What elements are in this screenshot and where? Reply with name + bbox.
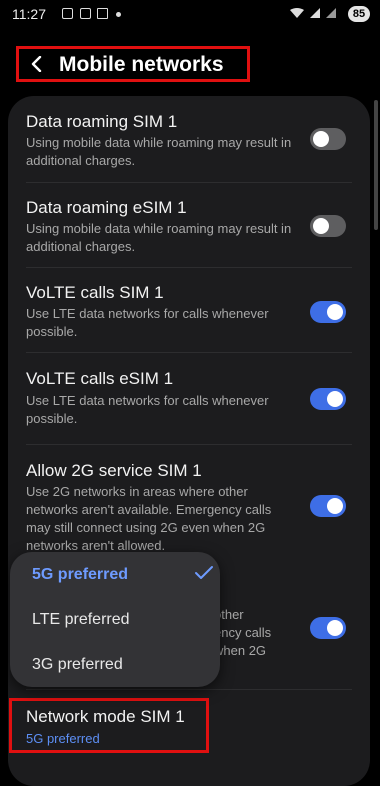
setting-title: VoLTE calls eSIM 1: [26, 369, 174, 388]
page-title: Mobile networks: [59, 53, 224, 76]
clock: 11:27: [12, 6, 46, 22]
network-mode-sim1[interactable]: Network mode SIM 1 5G preferred: [9, 698, 209, 753]
toggle-switch[interactable]: [310, 388, 346, 410]
toggle-knob: [313, 131, 329, 147]
signal-icon-2: [326, 8, 336, 18]
toggle-switch[interactable]: [310, 495, 346, 517]
setting-data-roaming-esim1[interactable]: Data roaming eSIM 1 Using mobile data wh…: [8, 183, 370, 267]
more-notifications-icon: [116, 12, 121, 17]
status-bar: 11:27 85: [0, 0, 380, 30]
toggle-knob: [327, 391, 343, 407]
setting-title: Data roaming eSIM 1: [26, 198, 187, 217]
toggle-switch[interactable]: [310, 215, 346, 237]
mail-icon: [97, 8, 108, 19]
option-5g-preferred[interactable]: 5G preferred: [32, 566, 128, 584]
signal-icon: [310, 8, 320, 18]
setting-description-line: other: [214, 607, 244, 622]
setting-volte-esim1[interactable]: VoLTE calls eSIM 1 Use LTE data networks…: [8, 353, 370, 443]
setting-description: Using mobile data while roaming may resu…: [26, 135, 292, 168]
toggle-switch[interactable]: [310, 128, 346, 150]
setting-description-line: ency calls: [214, 625, 272, 640]
setting-title: Data roaming SIM 1: [26, 112, 178, 131]
setting-description: Use LTE data networks for calls whenever…: [26, 393, 269, 426]
notification-icon: [62, 8, 73, 19]
setting-title: VoLTE calls SIM 1: [26, 283, 164, 302]
setting-description-line: when 2G: [214, 643, 267, 658]
setting-description: Using mobile data while roaming may resu…: [26, 221, 292, 254]
network-mode-title: Network mode SIM 1: [26, 707, 185, 726]
scan-icon: [80, 8, 91, 19]
option-3g-preferred[interactable]: 3G preferred: [32, 656, 123, 674]
wifi-icon: [290, 8, 304, 18]
toggle-knob: [327, 304, 343, 320]
scrollbar[interactable]: [374, 100, 378, 230]
option-lte-preferred[interactable]: LTE preferred: [32, 611, 130, 629]
battery-indicator: 85: [348, 6, 370, 22]
toggle-knob: [327, 498, 343, 514]
checkmark-icon: [195, 566, 213, 579]
network-mode-value: 5G preferred: [26, 731, 100, 746]
setting-description: Use 2G networks in areas where other net…: [26, 484, 272, 553]
toggle-switch[interactable]: [310, 301, 346, 323]
page-header: Mobile networks: [16, 46, 250, 82]
toggle-knob: [327, 620, 343, 636]
setting-volte-sim1[interactable]: VoLTE calls SIM 1 Use LTE data networks …: [8, 268, 370, 352]
divider: [26, 689, 352, 690]
setting-data-roaming-sim1[interactable]: Data roaming SIM 1 Using mobile data whi…: [8, 96, 370, 182]
setting-allow-2g-sim1[interactable]: Allow 2G service SIM 1 Use 2G networks i…: [8, 445, 370, 565]
toggle-knob: [313, 218, 329, 234]
setting-description: Use LTE data networks for calls whenever…: [26, 306, 269, 339]
setting-title: Allow 2G service SIM 1: [26, 461, 202, 480]
back-arrow-icon[interactable]: [29, 56, 45, 72]
network-mode-dropdown: 5G preferred LTE preferred 3G preferred: [10, 552, 220, 687]
toggle-switch[interactable]: [310, 617, 346, 639]
